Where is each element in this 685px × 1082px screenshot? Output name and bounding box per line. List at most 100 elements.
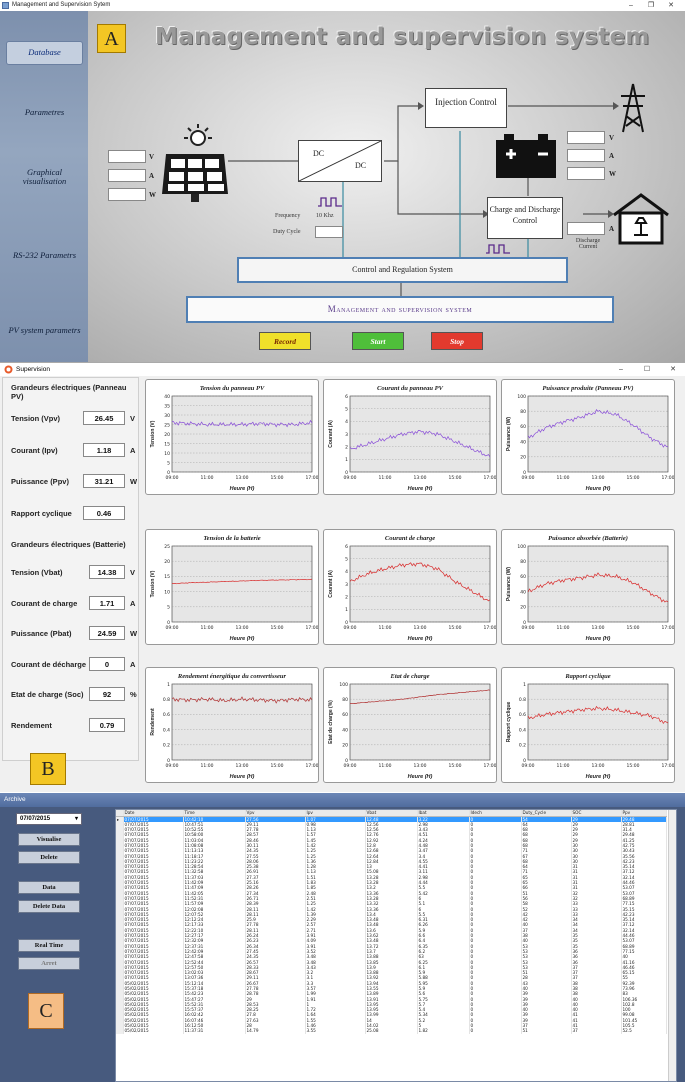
frequency-label: Frequency (275, 213, 301, 219)
battery-voltage-value: 14.38 (89, 565, 125, 579)
y-tick-label: 20 (342, 743, 348, 749)
y-tick-label: 0 (167, 758, 170, 764)
x-tick-label: 15:00 (449, 625, 462, 631)
frequency-value: 10 Khz (316, 213, 334, 219)
y-tick-label: 80 (520, 409, 526, 415)
close-button[interactable]: ✕ (666, 363, 680, 376)
sidebar-item-graphical-visualisation[interactable]: Graphical visualisation (6, 165, 83, 189)
x-tick-label: 11:00 (379, 763, 392, 769)
vertical-scrollbar[interactable] (668, 810, 676, 1081)
x-axis-label: Heure (H) (230, 774, 255, 780)
sidebar-item-pv-system-parametrs[interactable]: PV system parametrs (6, 319, 83, 343)
x-tick-label: 15:00 (271, 625, 284, 631)
x-tick-label: 11:00 (557, 763, 570, 769)
battery-voltage-unit: V (130, 568, 136, 577)
y-tick-label: 100 (517, 544, 526, 550)
y-tick-label: 5 (167, 460, 170, 466)
soc-value: 92 (89, 687, 125, 701)
y-axis-label: Puissance (W) (506, 567, 512, 602)
close-button[interactable]: ✕ (664, 0, 678, 11)
duty-cycle-value: 0.46 (83, 506, 125, 520)
sidebar-item-parametres[interactable]: Parametres (6, 101, 83, 125)
panel-a-titlebar: Management and Supervision Sytem – ❐ ✕ (0, 0, 685, 11)
house-load-icon (613, 193, 669, 245)
delete-data-button[interactable]: Delete Data (18, 900, 80, 913)
y-tick-label: 1 (523, 682, 526, 688)
delete-button[interactable]: Delete (18, 851, 80, 864)
plot-area (527, 545, 669, 623)
chart-title: Tension de la batterie (203, 535, 260, 542)
charge-current-label: Courant de charge (11, 599, 78, 608)
pv-current-unit: A (149, 172, 155, 180)
archive-data-grid[interactable]: Date Time Vpv Ipv Vbat Ibat Idech Duty_Cycle SOC… (115, 809, 677, 1082)
measurements-panel: Grandeurs électriques (Panneau PV) Tensi… (2, 377, 139, 761)
y-tick-label: 0.4 (163, 727, 170, 733)
start-button[interactable]: Start (352, 332, 404, 350)
panel-b-titlebar: Supervision – ☐ ✕ (0, 363, 685, 376)
converter-to-injection-wire (384, 105, 418, 162)
table-row[interactable]: 05/02/2015 11:37:31 14.79 3.55 25.08 1.82 0 51 3… (116, 1028, 667, 1034)
minimize-button[interactable]: – (624, 0, 638, 11)
y-tick-label: 40 (520, 439, 526, 445)
y-tick-label: 30 (164, 413, 170, 419)
sidebar-item-rs232-parametrs[interactable]: RS-232 Parametrs (6, 244, 83, 268)
converter-diagonal-icon (299, 141, 381, 181)
duty-cycle-label: Rapport cyclique (11, 509, 72, 518)
battery-current-field (567, 149, 605, 162)
charge-current-unit: A (130, 599, 136, 608)
data-button[interactable]: Data (18, 881, 80, 894)
y-axis-label: Courant (A) (328, 570, 334, 598)
minimize-button[interactable]: – (614, 363, 628, 376)
real-time-button[interactable]: Real Time (18, 939, 80, 952)
chart-svg: Courant de charge 0 1 2 3 4 5 6 09:00 11:00 13:00 1… (328, 535, 497, 642)
y-tick-label: 5 (345, 406, 348, 412)
chevron-down-icon[interactable]: ▾ (75, 814, 78, 825)
y-tick-label: 15 (164, 574, 170, 580)
y-tick-label: 0.6 (163, 712, 170, 718)
duty-cycle-label: Duty Cycle (273, 229, 301, 235)
y-axis-label: Puissance (W) (506, 417, 512, 452)
soc-unit: % (130, 690, 137, 699)
y-tick-label: 0.8 (163, 697, 170, 703)
x-tick-label: 13:00 (592, 475, 605, 481)
visualise-button[interactable]: Visualise (18, 833, 80, 846)
pv-current-value: 1.18 (83, 443, 125, 457)
plot-area (527, 683, 669, 761)
y-tick-label: 100 (339, 682, 348, 688)
y-tick-label: 0 (345, 758, 348, 764)
row-selector[interactable] (116, 1028, 124, 1034)
date-dropdown[interactable]: 07/07/2015 ▾ (16, 813, 82, 825)
x-tick-label: 11:00 (557, 625, 570, 631)
x-tick-label: 13:00 (236, 475, 249, 481)
chart-pv-current: Courant du panneau PV 0 1 2 3 4 5 6 09:00 11:00 13… (323, 379, 497, 495)
y-axis-label: Etat de charge (%) (328, 700, 334, 744)
management-supervision-block: Management and supervision system (186, 296, 614, 323)
x-tick-label: 13:00 (236, 763, 249, 769)
x-tick-label: 15:00 (449, 763, 462, 769)
duty-cycle-field[interactable] (315, 226, 343, 238)
window-title: Supervision (16, 366, 50, 373)
battery-power-unit: W (609, 170, 616, 178)
y-tick-label: 4 (345, 569, 348, 575)
panel-label-b: B (30, 753, 66, 785)
record-button[interactable]: Record (259, 332, 311, 350)
stop-button[interactable]: Stop (431, 332, 483, 350)
discharge-current-unit: A (130, 660, 136, 669)
x-tick-label: 17:00 (306, 625, 318, 631)
sidebar-item-database[interactable]: Database (6, 41, 83, 65)
y-axis-label: Rendement (150, 708, 156, 736)
x-tick-label: 17:00 (662, 625, 674, 631)
y-tick-label: 10 (164, 589, 170, 595)
power-pylon-icon (621, 83, 645, 133)
pwm-signal-icon (318, 197, 342, 207)
y-tick-label: 2 (345, 444, 348, 450)
maximize-button[interactable]: ☐ (640, 363, 654, 376)
battery-power-label: Puissance (Pbat) (11, 629, 72, 638)
dc-left-label: DC (313, 149, 325, 158)
x-tick-label: 11:00 (379, 475, 392, 481)
maximize-button[interactable]: ❐ (644, 0, 658, 11)
x-tick-label: 11:00 (557, 475, 570, 481)
table-body: ▸ 07/07/2015 10:42:10 27.56 1.07 12.48 3.22 0 54… (116, 816, 667, 1034)
arret-button[interactable]: Arret (18, 957, 80, 970)
chart-svg: Courant du panneau PV 0 1 2 3 4 5 6 09:00 11:00 13… (328, 385, 497, 492)
